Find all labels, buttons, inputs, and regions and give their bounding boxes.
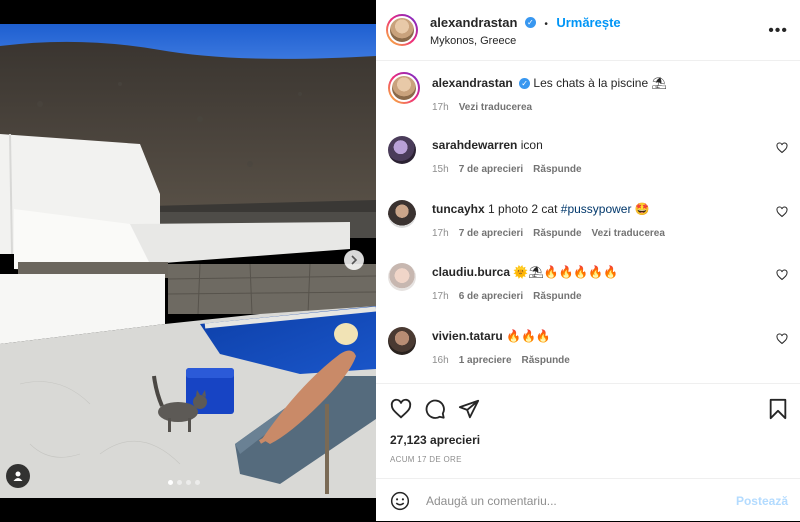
comment-text: 🌞⛱🔥🔥🔥🔥🔥 — [513, 265, 619, 279]
author-username[interactable]: alexandrastan — [430, 15, 517, 30]
like-comment-heart-icon[interactable] — [776, 206, 788, 218]
next-slide-button[interactable] — [344, 250, 364, 270]
likes-count[interactable]: 27,123 aprecieri — [390, 433, 480, 447]
comment-item: tuncayhx 1 photo 2 cat #pussypower 🤩 17h… — [388, 200, 788, 239]
carousel-dot[interactable] — [177, 480, 182, 485]
reply-button[interactable]: Răspunde — [533, 164, 581, 175]
caption-username[interactable]: alexandrastan — [432, 76, 513, 90]
comment-time: 16h — [432, 355, 449, 366]
comment-username[interactable]: sarahdewarren — [432, 138, 517, 152]
comment-item: claudiu.burca 🌞⛱🔥🔥🔥🔥🔥 17h 6 de aprecieri R… — [388, 263, 788, 302]
caption: alexandrastan ✓ Les chats à la piscine ⛱… — [388, 72, 788, 113]
post-location[interactable]: Mykonos, Greece — [430, 35, 621, 47]
comment-text: icon — [520, 138, 543, 152]
verified-badge-icon: ✓ — [519, 78, 531, 90]
like-comment-heart-icon[interactable] — [776, 269, 788, 281]
commenter-avatar[interactable] — [388, 136, 416, 164]
carousel-dot[interactable] — [186, 480, 191, 485]
user-icon — [13, 471, 23, 481]
comment-likes-button[interactable]: 7 de aprecieri — [459, 228, 523, 239]
reply-button[interactable]: Răspunde — [533, 228, 581, 239]
post-header: alexandrastan ✓ • Urmărește Mykonos, Gre… — [376, 0, 800, 61]
post-actions: 27,123 aprecieri ACUM 17 DE ORE — [376, 383, 800, 464]
save-bookmark-icon[interactable] — [768, 398, 788, 420]
carousel-dot[interactable] — [195, 480, 200, 485]
add-comment-bar: Postează — [376, 478, 800, 522]
comment-text: 1 photo 2 cat — [488, 202, 561, 216]
emoji-smiley-icon[interactable] — [390, 491, 410, 511]
comment-item: vivien.tataru 🔥🔥🔥 16h 1 apreciere Răspunde — [388, 327, 788, 366]
carousel-dot[interactable] — [168, 480, 173, 485]
reply-button[interactable]: Răspunde — [522, 355, 570, 366]
post-panel: alexandrastan ✓ • Urmărește Mykonos, Gre… — [376, 0, 800, 521]
comment-likes-button[interactable]: 6 de aprecieri — [459, 291, 523, 302]
commenter-avatar[interactable] — [388, 263, 416, 291]
see-translation-button[interactable]: Vezi traducerea — [459, 102, 532, 113]
comment-bubble-icon[interactable] — [424, 398, 446, 420]
post-photo[interactable] — [0, 24, 376, 498]
post-media — [0, 0, 376, 521]
carousel-dots — [168, 480, 200, 485]
caption-text: Les chats à la piscine ⛱ — [533, 76, 667, 90]
like-comment-heart-icon[interactable] — [776, 333, 788, 345]
chevron-right-icon — [351, 255, 358, 265]
comment-likes-button[interactable]: 1 apreciere — [459, 355, 512, 366]
see-translation-button[interactable]: Vezi traducerea — [592, 228, 665, 239]
caption-time: 17h — [432, 102, 449, 113]
hashtag-link[interactable]: #pussypower — [561, 202, 632, 216]
verified-badge-icon: ✓ — [524, 16, 536, 28]
comment-time: 15h — [432, 164, 449, 175]
comments-list: alexandrastan ✓ Les chats à la piscine ⛱… — [376, 60, 800, 382]
pool-photo — [0, 24, 376, 498]
comment-username[interactable]: tuncayhx — [432, 202, 485, 216]
like-comment-heart-icon[interactable] — [776, 142, 788, 154]
caption-meta: 17h Vezi traducerea — [432, 102, 788, 113]
follow-button[interactable]: Urmărește — [556, 15, 620, 30]
comment-likes-button[interactable]: 7 de aprecieri — [459, 164, 523, 175]
reply-button[interactable]: Răspunde — [533, 291, 581, 302]
share-paper-plane-icon[interactable] — [458, 398, 480, 420]
commenter-avatar[interactable] — [388, 200, 416, 228]
tagged-users-button[interactable] — [6, 464, 30, 488]
post-comment-button[interactable]: Postează — [736, 494, 788, 508]
caption-avatar[interactable] — [388, 72, 420, 104]
comment-item: sarahdewarren icon 15h 7 de aprecieri Răsp… — [388, 136, 788, 175]
comment-input[interactable] — [424, 492, 736, 509]
more-options-icon[interactable]: ••• — [768, 22, 788, 40]
commenter-avatar[interactable] — [388, 327, 416, 355]
comment-username[interactable]: vivien.tataru — [432, 329, 503, 343]
comment-time: 17h — [432, 228, 449, 239]
action-icons — [390, 398, 788, 422]
comment-text: 🔥🔥🔥 — [506, 329, 551, 343]
comment-emoji: 🤩 — [634, 202, 650, 216]
author-avatar[interactable] — [386, 14, 418, 46]
comment-username[interactable]: claudiu.burca — [432, 265, 510, 279]
post-modal: alexandrastan ✓ • Urmărește Mykonos, Gre… — [0, 0, 800, 521]
comment-time: 17h — [432, 291, 449, 302]
like-heart-icon[interactable] — [390, 398, 412, 420]
post-timestamp[interactable]: ACUM 17 DE ORE — [390, 455, 462, 464]
